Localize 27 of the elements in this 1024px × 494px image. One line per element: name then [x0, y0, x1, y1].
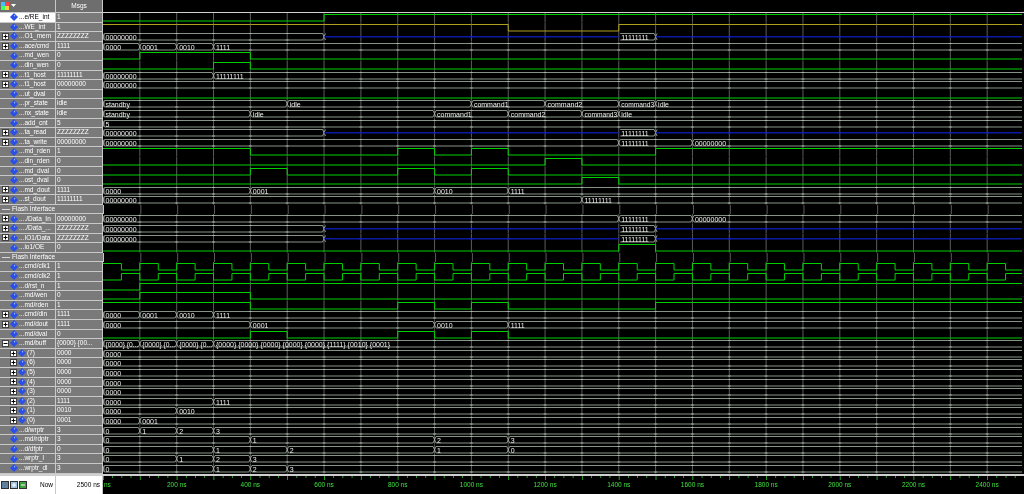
expand-icon[interactable]	[2, 42, 9, 50]
remove-cursor-icon[interactable]	[19, 480, 27, 489]
expand-icon[interactable]	[10, 416, 17, 424]
expand-icon[interactable]	[2, 186, 9, 194]
expand-icon[interactable]	[10, 378, 17, 386]
zoom-icon[interactable]	[1, 480, 9, 489]
expand-icon[interactable]	[10, 387, 17, 395]
expand-icon[interactable]	[2, 196, 9, 204]
collapse-icon[interactable]	[2, 340, 9, 347]
expand-icon[interactable]	[2, 138, 9, 146]
expand-icon[interactable]	[2, 234, 9, 242]
expand-icon[interactable]	[10, 359, 17, 367]
expand-icon[interactable]	[10, 368, 17, 376]
expand-icon[interactable]	[2, 311, 9, 319]
expand-icon[interactable]	[2, 80, 9, 88]
signal-icon[interactable]	[1, 1, 10, 11]
expand-icon[interactable]	[2, 71, 9, 79]
expand-icon[interactable]	[10, 349, 17, 357]
expand-icon[interactable]	[10, 397, 17, 405]
add-cursor-icon[interactable]	[10, 480, 18, 489]
expand-icon[interactable]	[2, 128, 9, 136]
expand-icon[interactable]	[2, 215, 9, 223]
expand-icon[interactable]	[2, 33, 9, 40]
caret-icon[interactable]	[11, 4, 16, 8]
expand-icon[interactable]	[2, 320, 9, 328]
expand-icon[interactable]	[2, 224, 9, 232]
expand-icon[interactable]	[10, 407, 17, 415]
